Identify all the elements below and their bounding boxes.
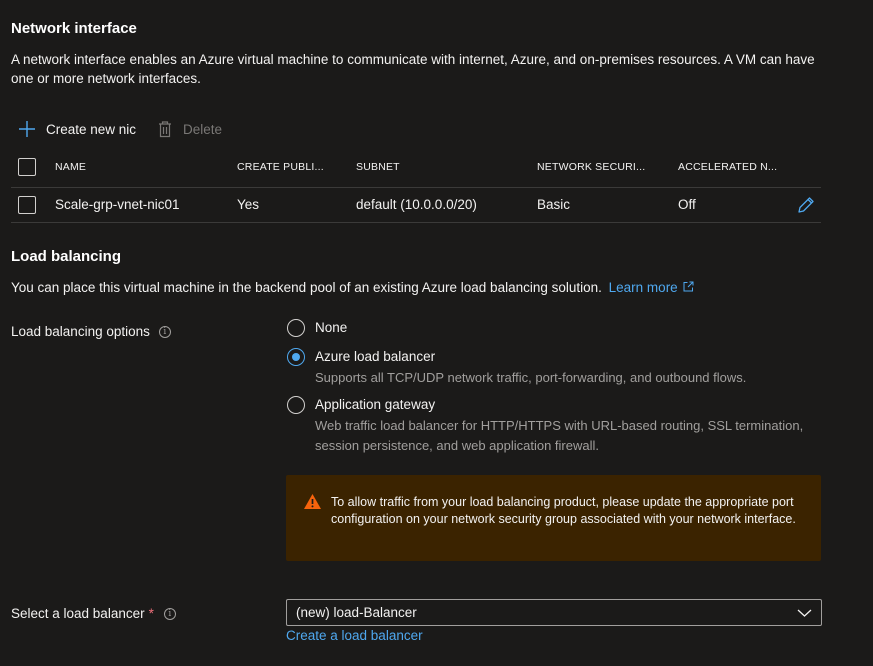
info-icon[interactable]: i [158,325,171,338]
network-interface-title: Network interface [11,20,137,37]
nic-name: Scale-grp-vnet-nic01 [55,197,180,212]
load-balancing-description-line: You can place this virtual machine in th… [11,278,694,297]
column-header-subnet[interactable]: SUBNET [356,161,400,173]
load-balancing-title: Load balancing [11,248,122,265]
radio-azure-load-balancer[interactable] [287,348,305,366]
radio-azure-load-balancer-description: Supports all TCP/UDP network traffic, po… [315,370,747,385]
warning-text: To allow traffic from your load balancin… [331,495,796,526]
learn-more-link[interactable]: Learn more [609,280,695,295]
learn-more-label: Learn more [608,280,678,295]
radio-application-gateway[interactable] [287,396,305,414]
column-header-create-public-ip[interactable]: CREATE PUBLI... [237,161,324,173]
table-row[interactable]: Scale-grp-vnet-nic01 Yes default (10.0.0… [11,188,821,222]
required-marker: * [148,606,154,621]
row-checkbox[interactable] [18,196,36,214]
select-load-balancer-field-label: Select a load balancer * i [11,604,176,623]
column-header-accelerated-networking[interactable]: ACCELERATED N... [678,161,777,173]
nic-accelerated: Off [678,197,696,212]
radio-azure-load-balancer-label[interactable]: Azure load balancer [315,349,435,364]
info-icon[interactable]: i [163,607,176,620]
radio-none-label[interactable]: None [315,320,347,335]
column-header-network-security[interactable]: NETWORK SECURI... [537,161,645,173]
radio-application-gateway-description: Web traffic load balancer for HTTP/HTTPS… [315,418,804,453]
vm-networking-page: Network interface A network interface en… [0,0,873,666]
edit-pencil-icon[interactable] [796,195,816,215]
nic-nsg: Basic [537,197,571,212]
create-new-nic-button[interactable]: Create new nic [18,120,136,138]
warning-message-bar: To allow traffic from your load balancin… [286,475,821,561]
select-all-checkbox[interactable] [18,158,36,176]
load-balancer-select[interactable]: (new) load-Balancer [286,599,822,626]
plus-icon [19,121,35,137]
nic-subnet: default (10.0.0.0/20) [356,197,477,212]
warning-icon [304,494,321,509]
radio-application-gateway-label[interactable]: Application gateway [315,397,435,412]
table-bottom-divider [11,222,821,223]
create-new-nic-label: Create new nic [46,121,137,137]
load-balancing-options-field-label: Load balancing options i [11,322,171,341]
nic-create-public: Yes [237,197,260,212]
select-load-balancer-label: Select a load balancer [11,606,145,621]
delete-label: Delete [183,121,223,137]
network-interface-description: A network interface enables an Azure vir… [11,52,815,86]
trash-icon [159,121,171,138]
chevron-down-icon [797,609,812,617]
load-balancing-description: You can place this virtual machine in th… [11,280,602,295]
external-link-icon [683,281,694,292]
load-balancer-select-value: (new) load-Balancer [296,605,417,620]
column-header-name[interactable]: NAME [55,161,86,173]
radio-none[interactable] [287,319,305,337]
delete-button[interactable]: Delete [157,120,222,138]
create-load-balancer-link[interactable]: Create a load balancer [286,628,423,643]
load-balancing-options-label: Load balancing options [11,324,150,339]
